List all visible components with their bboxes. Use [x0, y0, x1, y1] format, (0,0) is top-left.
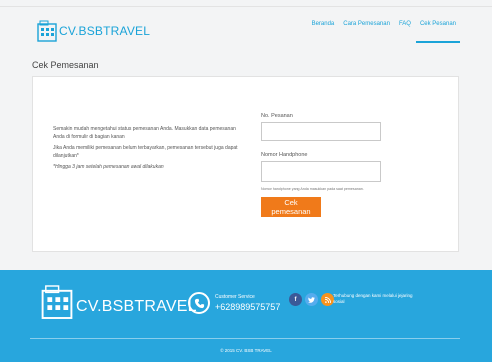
nav-beranda[interactable]: Beranda	[312, 21, 335, 27]
check-order-form: No. Pesanan Nomor Handphone Nomor handph…	[261, 113, 383, 217]
phone-number-input[interactable]	[261, 161, 381, 182]
footer-logo[interactable]: CV.BSBTRAVEL	[41, 284, 197, 320]
building-icon	[41, 285, 73, 319]
site-header: CV.BSBTRAVEL Beranda Cara Pemesanan FAQ …	[0, 7, 492, 50]
social-links: f	[289, 293, 334, 306]
customer-service-label: Customer Service	[215, 294, 255, 300]
copyright: © 2015 CV. BSB TRAVEL	[220, 348, 272, 353]
site-footer: CV.BSBTRAVEL Customer Service +628989575…	[0, 270, 492, 362]
page-title: Cek Pemesanan	[32, 60, 99, 70]
check-order-button[interactable]: Cek pemesanan	[261, 197, 321, 217]
customer-service-number: +628989575757	[215, 302, 281, 312]
brand-name: CV.BSBTRAVEL	[59, 24, 151, 38]
main-nav: Beranda Cara Pemesanan FAQ Cek Pesanan	[312, 21, 461, 43]
nav-cara-pemesanan[interactable]: Cara Pemesanan	[343, 21, 390, 27]
facebook-icon[interactable]: f	[289, 293, 302, 306]
check-order-panel: Semakin mudah mengetahui status pemesana…	[32, 76, 459, 252]
footer-brand-name: CV.BSBTRAVEL	[76, 298, 197, 315]
info-paragraph-1: Semakin mudah mengetahui status pemesana…	[53, 126, 236, 140]
customer-service: Customer Service +628989575757	[188, 292, 280, 314]
brand-logo[interactable]: CV.BSBTRAVEL	[37, 20, 150, 42]
info-text: Semakin mudah mengetahui status pemesana…	[53, 125, 243, 174]
footer-divider	[30, 338, 460, 339]
info-note: *Hingga 3 jam setelah pemesanan awal dil…	[53, 164, 164, 170]
social-text: Terhubung dengan kami melalui jejaring s…	[333, 293, 413, 304]
twitter-icon[interactable]	[305, 293, 318, 306]
phone-number-label: Nomor Handphone	[261, 152, 308, 158]
phone-icon	[188, 292, 210, 314]
nav-faq[interactable]: FAQ	[399, 21, 411, 27]
building-icon	[37, 20, 57, 42]
nav-cek-pesanan[interactable]: Cek Pesanan	[415, 21, 461, 43]
order-number-label: No. Pesanan	[261, 113, 293, 119]
order-number-input[interactable]	[261, 122, 381, 141]
phone-help-text: Nomor handphone yang Anda masukkan pada …	[261, 187, 364, 191]
info-paragraph-2: Jika Anda memiliki pemesanan belum terba…	[53, 145, 238, 159]
